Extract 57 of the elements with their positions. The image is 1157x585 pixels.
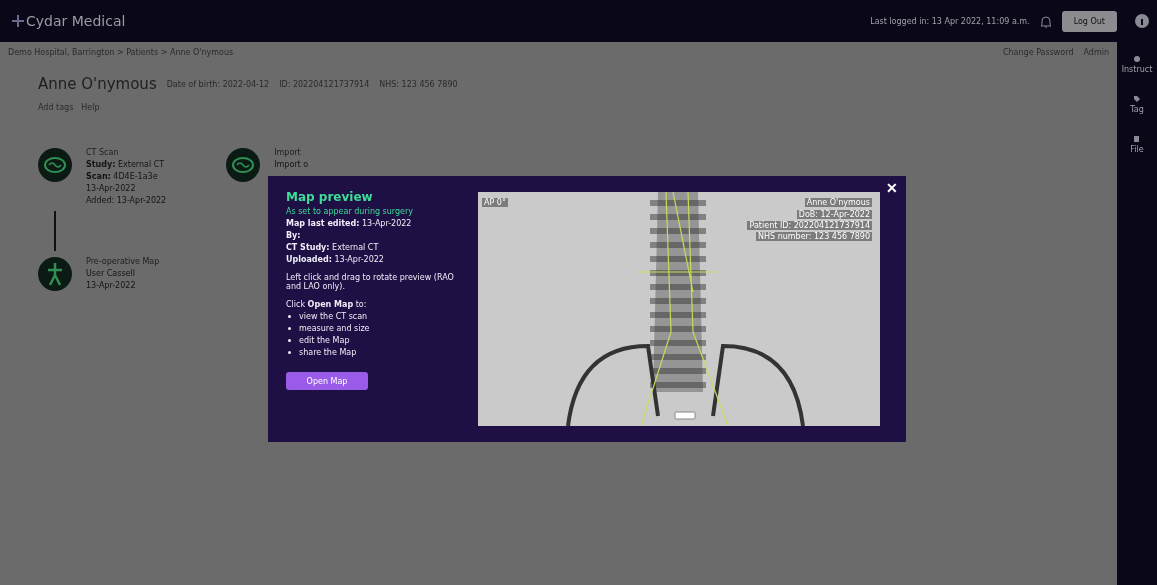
timeline-title: Pre-operative Map [86, 257, 160, 266]
breadcrumb: Demo Hospital, Barrington > Patients > Anne O'nymous [8, 48, 234, 57]
logo-text: Cydar Medical [26, 13, 126, 29]
timeline-detail: 13-Apr-2022 [86, 281, 137, 290]
preview-patient-detail: NHS number: 123 456 7890 [756, 232, 872, 241]
preview-patient-detail: DoB: 12-Apr-2022 [796, 210, 872, 219]
preview-patient-name: Anne O'nymous [804, 198, 872, 207]
bullet-icon [288, 327, 291, 330]
timeline-detail: Study: External CT [86, 160, 166, 169]
timeline-detail: Added: 13-Apr-2022 [86, 196, 167, 205]
bullet-icon [288, 351, 291, 354]
rotate-hint: Left click and drag to rotate preview (RAO and LAO only). [286, 273, 455, 291]
sidebar-item[interactable]: Tag [1130, 105, 1144, 114]
info-icon[interactable] [1135, 14, 1149, 28]
open-map-intro: Click Open Map to: [286, 300, 368, 309]
bullet-icon [288, 315, 291, 318]
logo-icon [12, 15, 24, 27]
info-icon [1134, 56, 1140, 62]
bell-icon[interactable] [1039, 14, 1052, 28]
patient-detail: Date of birth: 2022-04-12 [166, 79, 270, 89]
account-link[interactable]: Change Password [1002, 48, 1074, 57]
dialog-subtitle: As set to appear during surgery [286, 207, 414, 216]
map-info-line: Map last edited: 13-Apr-2022 [286, 219, 413, 228]
timeline-title: CT Scan [86, 148, 120, 157]
last-login-text: Last logged in: 13 Apr 2022, 11:09 a.m. [870, 16, 1030, 26]
timeline-title: Import [274, 148, 302, 157]
open-map-button[interactable]: Open Map [286, 372, 368, 390]
close-button[interactable]: ✕ [882, 180, 902, 196]
preview-patient-detail: Patient ID: 202204121737914 [747, 221, 872, 230]
map-info-line: CT Study: External CT [286, 243, 380, 252]
timeline-node[interactable] [38, 257, 72, 291]
sidebar-item[interactable]: File [1130, 145, 1144, 154]
bullet-icon [288, 339, 291, 342]
timeline-node[interactable] [38, 148, 72, 182]
patient-name: Anne O'nymous [38, 75, 157, 93]
bullet-text: view the CT scan [299, 312, 368, 321]
dialog-title: Map preview [286, 190, 374, 204]
map-info-line: By: [286, 231, 302, 240]
sidebar-item[interactable]: Instruct [1121, 65, 1153, 74]
bullet-text: share the Map [299, 348, 357, 357]
tag-icon [1134, 96, 1140, 102]
account-link[interactable]: Admin [1083, 48, 1109, 57]
log-out-button[interactable]: Log Out [1061, 10, 1117, 32]
patient-detail: ID: 202204121737914 [279, 79, 370, 89]
patient-detail: NHS: 123 456 7890 [379, 79, 458, 89]
timeline-node[interactable] [226, 148, 261, 182]
timeline-detail: Scan: 4D4E-1a3e [86, 172, 159, 181]
bullet-text: edit the Map [299, 336, 350, 345]
bullet-text: measure and size [299, 324, 370, 333]
timeline-detail: Import o [274, 160, 309, 169]
timeline-detail: User Cassell [86, 269, 136, 278]
view-angle-label: AP 0° [482, 198, 508, 207]
patient-action-link[interactable]: Help [81, 103, 100, 112]
timeline-detail: 13-Apr-2022 [86, 184, 137, 193]
patient-action-link[interactable]: Add tags [38, 103, 74, 112]
file-icon [1134, 136, 1140, 142]
map-info-line: Uploaded: 13-Apr-2022 [286, 255, 385, 264]
